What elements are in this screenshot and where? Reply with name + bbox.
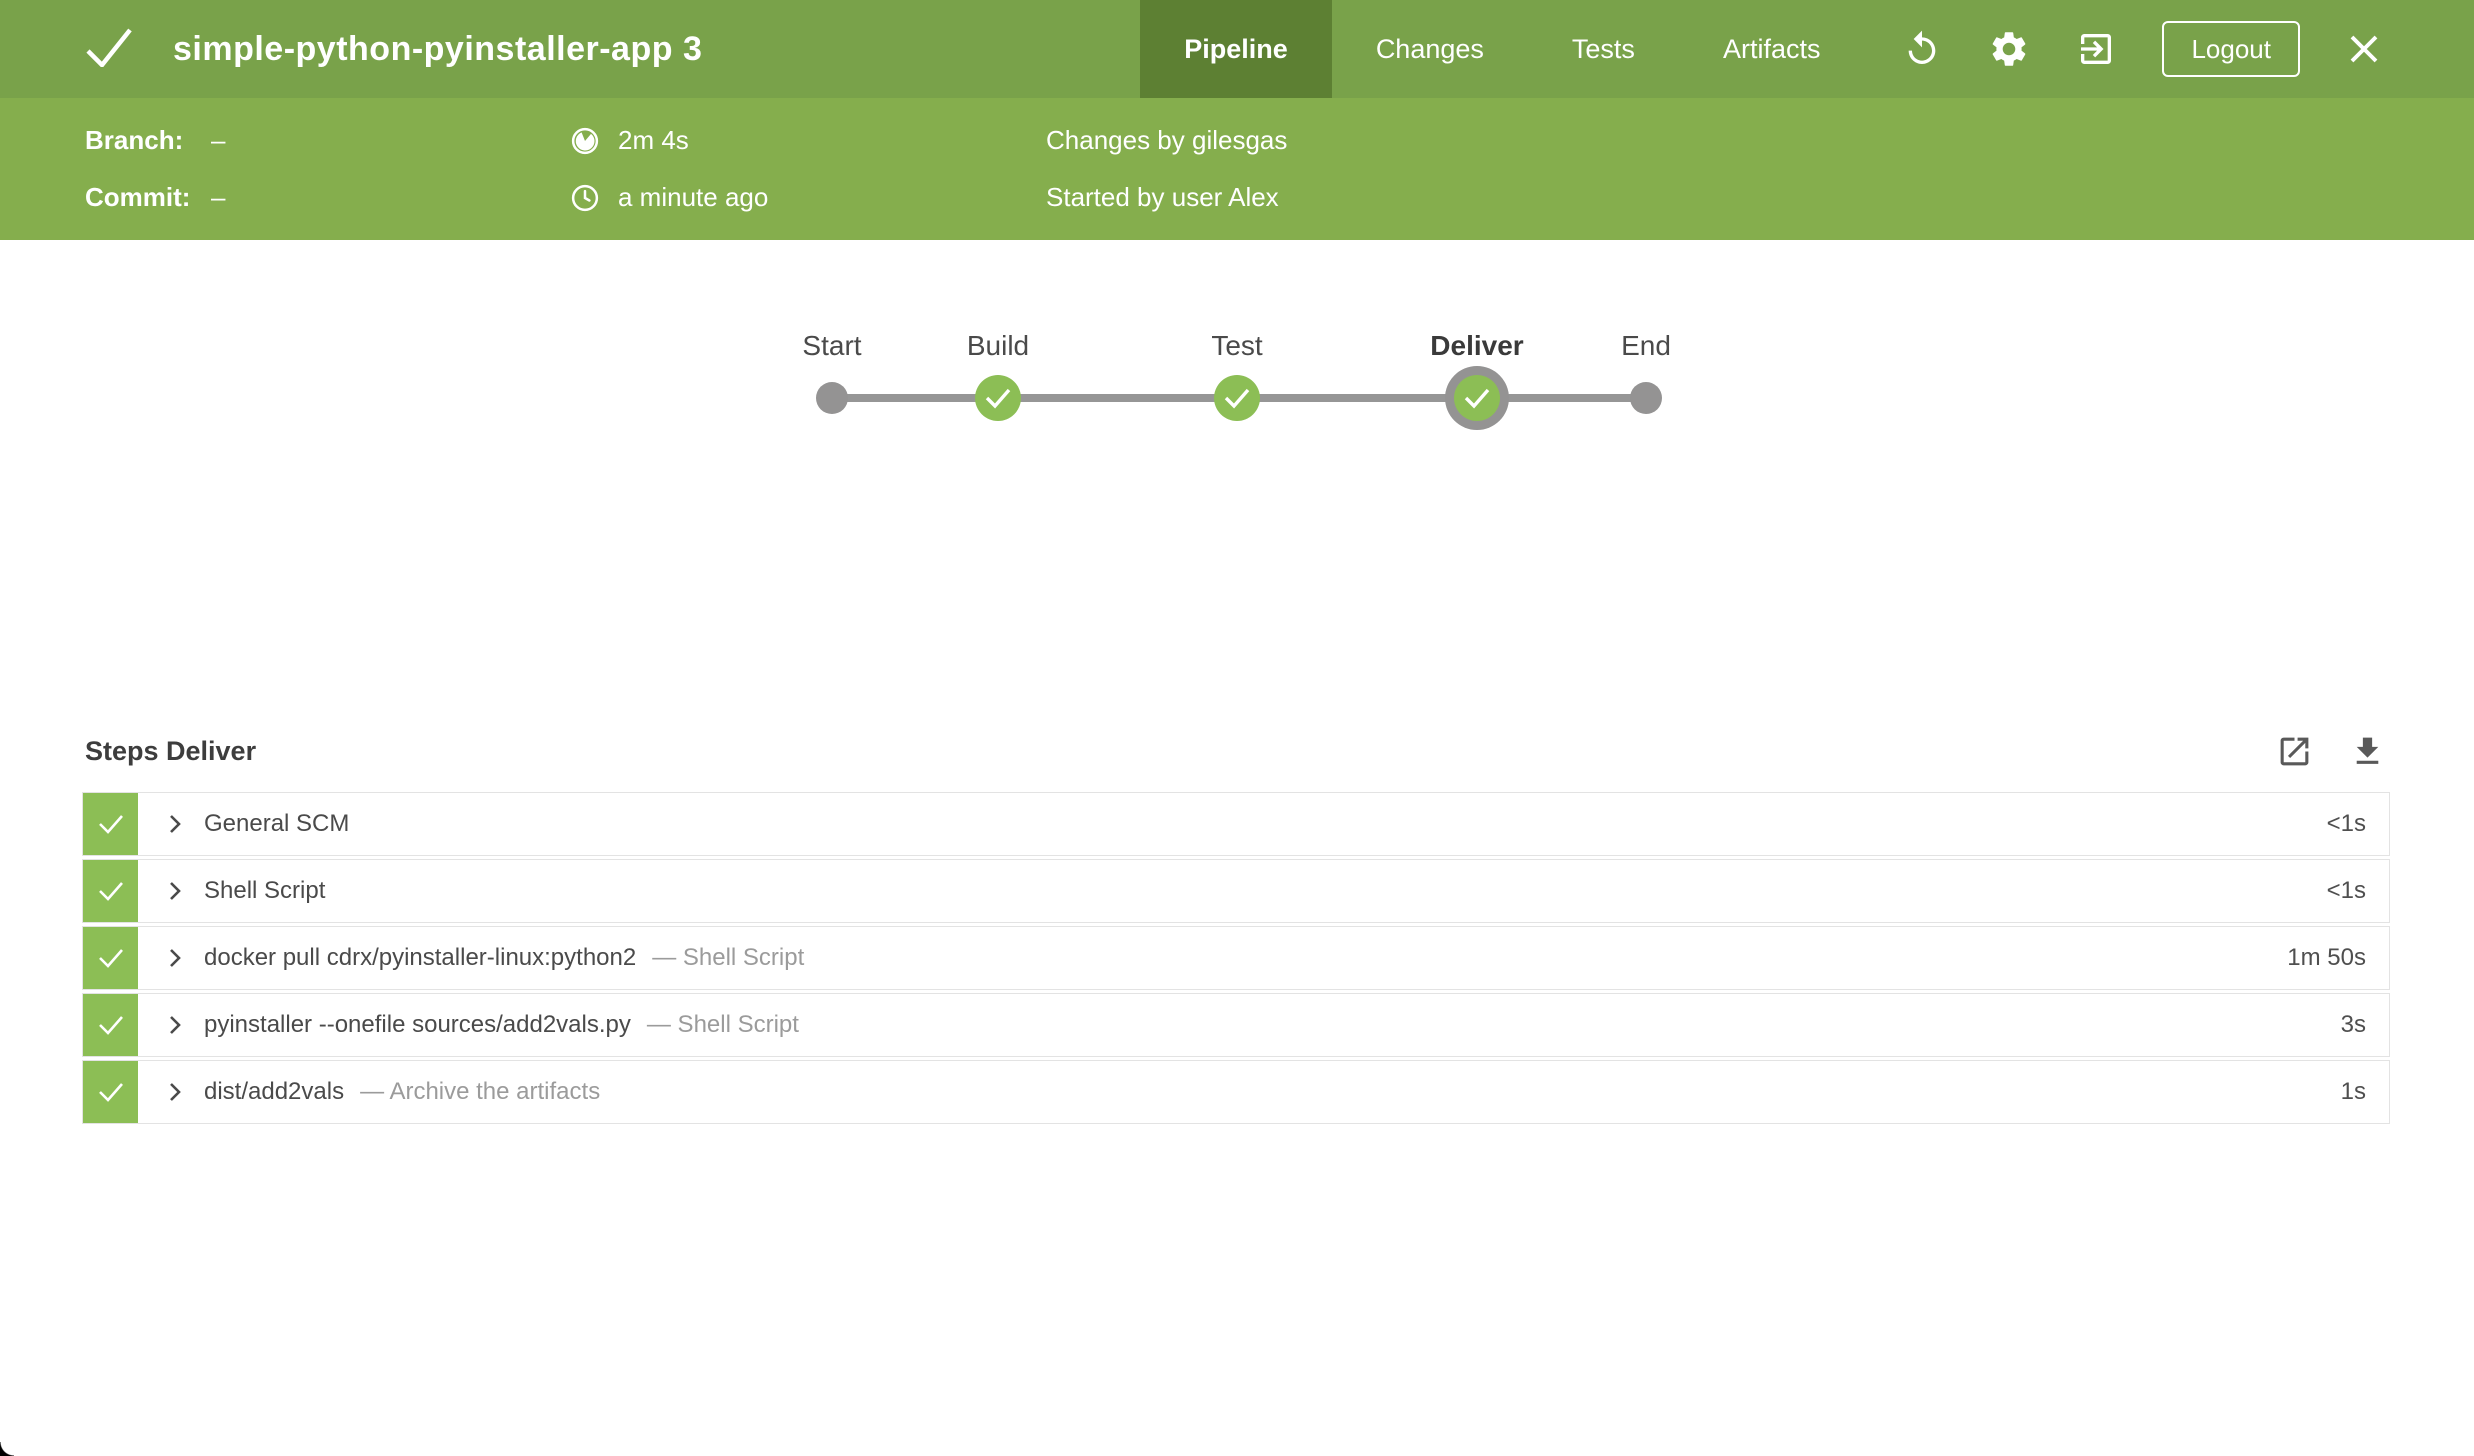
step-detail: — Shell Script: [652, 944, 805, 971]
step-row[interactable]: docker pull cdrx/pyinstaller-linux:pytho…: [82, 926, 2390, 990]
tab[interactable]: Tests: [1528, 0, 1679, 98]
close-button[interactable]: [2346, 31, 2382, 67]
step-status-stripe: [83, 793, 138, 855]
stage-node[interactable]: [816, 382, 848, 414]
open-logs-button[interactable]: [2276, 733, 2313, 770]
chevron-right-icon[interactable]: [165, 1079, 185, 1105]
stage-label: Deliver: [1430, 330, 1524, 361]
main-content: Start Build Test Deliver End Steps Deliv…: [0, 330, 2474, 1124]
duration-value: 2m 4s: [618, 125, 689, 155]
run-title: simple-python-pyinstaller-app 3: [173, 29, 703, 68]
settings-gear-icon: [1993, 32, 2026, 66]
steps-heading: Steps Deliver: [85, 735, 257, 766]
step-name: General SCM: [204, 810, 350, 837]
step-row[interactable]: Shell Script <1s: [82, 859, 2390, 923]
tab[interactable]: Artifacts: [1679, 0, 1865, 98]
logout-button[interactable]: Logout: [2162, 21, 2300, 77]
stage-label: Build: [966, 330, 1030, 361]
scm-info: Branch: – Commit: –: [85, 98, 225, 240]
clock-icon: [570, 183, 600, 213]
step-detail: — Shell Script: [646, 1011, 799, 1038]
download-logs-button[interactable]: [2349, 733, 2386, 770]
step-name: docker pull cdrx/pyinstaller-linux:pytho…: [204, 944, 637, 971]
branch-value: –: [211, 125, 226, 155]
step-duration: 1m 50s: [2287, 944, 2366, 971]
window-corner: [0, 1442, 14, 1456]
stage-node[interactable]: [1630, 382, 1662, 414]
step-duration: 1s: [2340, 1078, 2366, 1105]
stage-label: End: [1621, 330, 1671, 361]
header-tabs: Pipeline Changes Tests Artifacts: [1140, 0, 1864, 98]
check-icon: [1224, 388, 1250, 409]
run-info-bar: Branch: – Commit: – 2m 4s a minute ago C…: [0, 98, 2474, 240]
step-duration: <1s: [2326, 810, 2366, 837]
time-ago-value: a minute ago: [618, 182, 769, 212]
check-icon: [98, 949, 123, 968]
run-status-check-icon: [85, 27, 133, 72]
step-duration: 3s: [2340, 1011, 2366, 1038]
settings-button[interactable]: [1988, 28, 2030, 70]
stage-label: Start: [802, 330, 862, 361]
chevron-right-icon[interactable]: [165, 945, 185, 971]
step-status-stripe: [83, 860, 138, 922]
pipeline-graph: Start Build Test Deliver End: [0, 330, 2474, 470]
close-icon: [2350, 35, 2378, 63]
commit-value: –: [211, 182, 226, 212]
step-row[interactable]: dist/add2vals — Archive the artifacts 1s: [82, 1060, 2390, 1124]
step-duration: <1s: [2326, 877, 2366, 904]
stage-node[interactable]: [1454, 375, 1500, 421]
timing-info: 2m 4s a minute ago: [570, 98, 768, 240]
commit-label: Commit:: [85, 182, 191, 212]
step-name: Shell Script: [204, 877, 326, 904]
check-icon: [985, 388, 1011, 409]
replay-icon: [1909, 30, 1936, 65]
step-status-stripe: [83, 1061, 138, 1123]
tab-label: Artifacts: [1722, 33, 1821, 64]
check-icon: [98, 1016, 123, 1035]
chevron-right-icon[interactable]: [165, 878, 185, 904]
step-status-stripe: [83, 927, 138, 989]
exit-icon: [2081, 34, 2112, 64]
tab[interactable]: Pipeline: [1140, 0, 1332, 98]
step-row[interactable]: pyinstaller --onefile sources/add2vals.p…: [82, 993, 2390, 1057]
check-icon: [98, 1083, 123, 1102]
chevron-right-icon[interactable]: [165, 1012, 185, 1038]
steps-section: Steps Deliver General SCM <1s Shell Scri…: [82, 728, 2390, 1124]
exit-button[interactable]: [2076, 29, 2116, 69]
changes-by: Changes by gilesgas: [1046, 125, 1288, 155]
check-icon: [1464, 388, 1490, 409]
author-info: Changes by gilesgas Started by user Alex: [1046, 98, 1287, 240]
branch-label: Branch:: [85, 125, 184, 155]
step-row[interactable]: General SCM <1s: [82, 792, 2390, 856]
tab-label: Changes: [1375, 33, 1484, 64]
stage-label: Test: [1211, 330, 1263, 361]
step-detail: — Archive the artifacts: [360, 1078, 601, 1105]
tab-label: Pipeline: [1184, 33, 1288, 64]
duration-pie-icon: [570, 126, 600, 156]
header-actions: Logout: [1902, 21, 2474, 77]
tab[interactable]: Changes: [1332, 0, 1528, 98]
stage-node[interactable]: [1214, 375, 1260, 421]
started-by: Started by user Alex: [1046, 182, 1279, 212]
check-icon: [98, 815, 123, 834]
download-icon: [2356, 737, 2379, 764]
open-in-new-icon: [2280, 737, 2309, 765]
chevron-right-icon[interactable]: [165, 811, 185, 837]
stage-node[interactable]: [975, 375, 1021, 421]
step-status-stripe: [83, 994, 138, 1056]
step-name: dist/add2vals: [204, 1078, 345, 1105]
rerun-button[interactable]: [1902, 29, 1942, 69]
step-name: pyinstaller --onefile sources/add2vals.p…: [204, 1011, 631, 1038]
top-bar: simple-python-pyinstaller-app 3 Pipeline…: [0, 0, 2474, 98]
tab-label: Tests: [1571, 33, 1635, 64]
check-icon: [98, 882, 123, 901]
